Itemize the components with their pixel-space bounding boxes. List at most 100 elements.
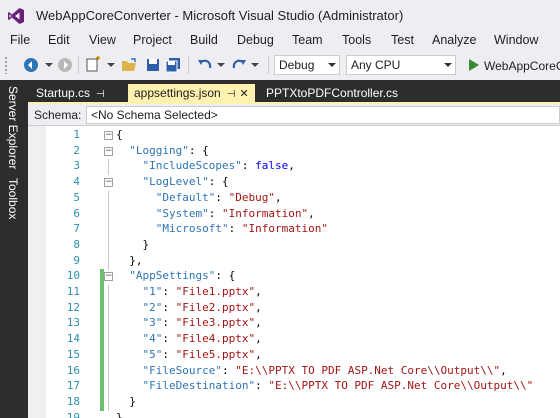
menu-test[interactable]: Test — [391, 33, 414, 47]
save-all-icon[interactable] — [164, 56, 182, 74]
redo-dropdown-icon[interactable] — [246, 56, 264, 74]
menu-team[interactable]: Team — [292, 33, 323, 47]
pin-icon[interactable]: ⊣ — [227, 89, 236, 100]
code-line[interactable]: 15 "5": "File5.pptx", — [28, 347, 560, 364]
code-text: "Microsoft": "Information" — [155, 222, 328, 236]
code-line[interactable]: 11 "1": "File1.pptx", — [28, 285, 560, 301]
code-line[interactable]: 17 "FileDestination": "E:\\PPTX TO PDF A… — [28, 379, 560, 396]
change-indicator — [100, 316, 104, 333]
line-number: 5 — [73, 190, 80, 204]
line-number: 8 — [73, 237, 80, 251]
code-line[interactable]: 6 "System": "Information", — [28, 206, 560, 223]
menu-file[interactable]: File — [10, 33, 30, 47]
change-indicator — [100, 285, 104, 301]
menu-view[interactable]: View — [89, 33, 116, 47]
back-icon[interactable] — [22, 56, 40, 74]
line-number: 11 — [66, 285, 80, 298]
code-line[interactable]: 7 "Microsoft": "Information" — [28, 222, 560, 239]
new-dropdown-icon[interactable] — [102, 56, 120, 74]
line-number: 1 — [73, 128, 80, 141]
code-line[interactable]: 4 − "LogLevel": { — [28, 175, 560, 191]
code-text: }, — [116, 253, 143, 267]
code-line[interactable]: 10 − "AppSettings": { — [28, 269, 560, 286]
start-debugging-label[interactable]: WebAppCoreC — [484, 59, 560, 73]
code-text: } — [116, 410, 123, 418]
code-line[interactable]: 8 } — [28, 237, 560, 254]
outline-guide — [108, 316, 109, 333]
server-explorer-tab[interactable]: Server Explorer — [6, 86, 20, 169]
solution-platform-select[interactable]: Any CPU — [346, 55, 456, 75]
open-folder-icon[interactable] — [120, 56, 138, 74]
configuration-value: Debug — [279, 58, 315, 72]
forward-icon[interactable] — [56, 56, 74, 74]
tab-label: PPTXtoPDFController.cs — [266, 86, 399, 100]
code-line[interactable]: 13 "3": "File3.pptx", — [28, 316, 560, 333]
close-icon[interactable]: ✕ — [239, 88, 248, 100]
tab-pptxtopdfcontroller-cs[interactable]: PPTXtoPDFController.cs — [260, 84, 404, 104]
schema-label: Schema: — [34, 108, 82, 122]
code-text: } — [116, 237, 150, 251]
save-icon[interactable] — [144, 56, 162, 74]
code-text: "IncludeScopes": false, — [142, 159, 295, 173]
outline-guide — [108, 379, 109, 396]
line-number: 3 — [73, 159, 80, 173]
outline-guide — [108, 222, 109, 239]
menu-window[interactable]: Window — [494, 33, 538, 47]
menu-debug[interactable]: Debug — [237, 33, 274, 47]
line-number: 19 — [66, 410, 80, 418]
code-line[interactable]: 19} — [28, 411, 560, 418]
menu-edit[interactable]: Edit — [48, 33, 70, 47]
code-line[interactable]: 12 "2": "File2.pptx", — [28, 300, 560, 317]
code-line[interactable]: 5 "Default": "Debug", — [28, 190, 560, 207]
new-project-icon[interactable] — [84, 56, 102, 74]
line-number: 14 — [66, 332, 80, 346]
outline-guide — [108, 237, 109, 254]
chevron-down-icon — [328, 63, 336, 67]
menu-tools[interactable]: Tools — [342, 33, 371, 47]
code-line[interactable]: 14 "4": "File4.pptx", — [28, 332, 560, 349]
code-line[interactable]: 3 "IncludeScopes": false, — [28, 159, 560, 176]
tab-startup-cs[interactable]: Startup.cs ⊣ — [30, 84, 111, 104]
collapse-icon[interactable]: − — [104, 178, 113, 188]
line-number: 17 — [66, 379, 80, 393]
toolbox-tab[interactable]: Toolbox — [6, 178, 20, 219]
code-text: "5": "File5.pptx", — [142, 347, 262, 361]
outline-guide — [108, 347, 109, 364]
code-line[interactable]: 1 −{ — [28, 128, 560, 144]
pin-icon[interactable]: ⊣ — [96, 89, 105, 100]
line-number: 18 — [66, 394, 80, 408]
code-text: "Logging": { — [129, 143, 209, 157]
outline-guide — [108, 285, 109, 301]
schema-select[interactable]: <No Schema Selected> — [86, 106, 560, 124]
outline-guide — [108, 394, 109, 411]
menu-analyze[interactable]: Analyze — [432, 33, 476, 47]
collapse-icon[interactable]: − — [104, 272, 113, 282]
toolbar-separator — [78, 56, 79, 74]
undo-dropdown-icon[interactable] — [212, 56, 230, 74]
start-debugging-icon[interactable] — [464, 56, 482, 74]
title-bar: WebAppCoreConverter - Microsoft Visual S… — [0, 0, 560, 30]
code-line[interactable]: 2 − "Logging": { — [28, 144, 560, 160]
code-text: "FileSource": "E:\\PPTX TO PDF ASP.Net C… — [142, 363, 507, 377]
code-text: "FileDestination": "E:\\PPTX TO PDF ASP.… — [142, 379, 534, 393]
collapse-icon[interactable]: − — [104, 146, 113, 156]
collapse-icon[interactable]: − — [104, 131, 113, 140]
line-number: 9 — [73, 253, 80, 267]
code-line[interactable]: 16 "FileSource": "E:\\PPTX TO PDF ASP.Ne… — [28, 363, 560, 380]
tab-label: appsettings.json — [134, 86, 221, 100]
menu-build[interactable]: Build — [190, 33, 218, 47]
code-text: "Default": "Debug", — [155, 190, 282, 204]
toolbar-separator — [268, 56, 269, 74]
solution-configuration-select[interactable]: Debug — [274, 55, 340, 75]
code-text: } — [116, 394, 136, 408]
menu-project[interactable]: Project — [133, 33, 172, 47]
outline-guide — [108, 253, 109, 270]
code-line[interactable]: 18 } — [28, 394, 560, 411]
tab-appsettings-json[interactable]: appsettings.json ⊣ ✕ — [128, 84, 255, 104]
code-line[interactable]: 9 }, — [28, 253, 560, 270]
line-number: 16 — [66, 363, 80, 377]
change-indicator — [100, 300, 104, 317]
toolbar-grip[interactable] — [4, 56, 8, 74]
code-editor[interactable]: 1−{2− "Logging": {3 "IncludeScopes": fal… — [28, 126, 560, 418]
outline-guide — [108, 332, 109, 349]
